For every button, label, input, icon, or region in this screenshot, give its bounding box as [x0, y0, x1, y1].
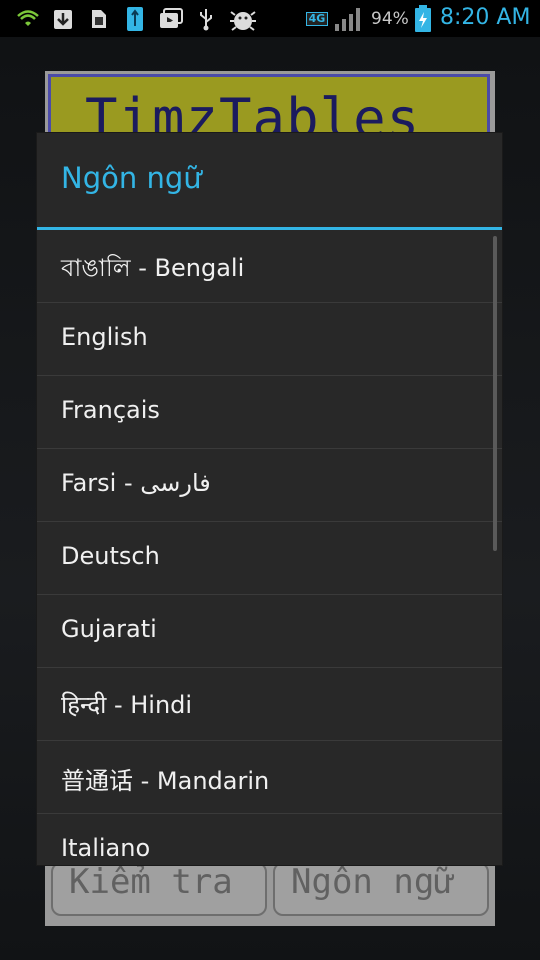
- list-scrollbar[interactable]: [493, 236, 497, 551]
- language-option-italian[interactable]: Italiano: [37, 814, 502, 865]
- language-option-farsi[interactable]: Farsi - فارسی: [37, 449, 502, 522]
- signal-icon: [332, 6, 366, 32]
- clock: 8:20 AM: [440, 5, 531, 30]
- app-header: TimzTables: [48, 74, 490, 136]
- sim-toolkit-icon: [86, 6, 110, 32]
- download-icon: [51, 6, 75, 32]
- language-option-bengali[interactable]: বাঙালি - Bengali: [37, 230, 502, 303]
- status-bar: 4G 94% 8:20 AM: [0, 0, 540, 37]
- network-type-badge: 4G: [305, 6, 329, 32]
- language-option-french[interactable]: Français: [37, 376, 502, 449]
- language-list[interactable]: বাঙালি - Bengali English Français Farsi …: [37, 230, 502, 865]
- language-option-label: Deutsch: [61, 542, 160, 570]
- language-option-hindi[interactable]: हिन्दी - Hindi: [37, 668, 502, 741]
- language-button[interactable]: Ngôn ngữ: [273, 862, 489, 916]
- language-option-label: Gujarati: [61, 615, 157, 643]
- language-option-mandarin[interactable]: 普通话 - Mandarin: [37, 741, 502, 814]
- language-option-label: 普通话 - Mandarin: [61, 767, 270, 795]
- dialog-title: Ngôn ngữ: [61, 161, 202, 195]
- app-title: TimzTables: [85, 87, 421, 136]
- usb-storage-icon: [124, 6, 146, 32]
- language-option-german[interactable]: Deutsch: [37, 522, 502, 595]
- battery-charging-icon: [413, 5, 433, 32]
- language-option-label: Farsi - فارسی: [61, 469, 211, 497]
- language-option-label: Italiano: [61, 834, 151, 862]
- wifi-icon: [16, 6, 40, 32]
- language-option-english[interactable]: English: [37, 303, 502, 376]
- language-option-label: বাঙালি - Bengali: [61, 254, 245, 282]
- usb-icon: [195, 6, 217, 32]
- language-dialog: Ngôn ngữ বাঙালি - Bengali English França…: [37, 133, 502, 865]
- language-option-label: हिन्दी - Hindi: [61, 691, 193, 719]
- language-option-gujarati[interactable]: Gujarati: [37, 595, 502, 668]
- language-option-label: English: [61, 323, 148, 351]
- check-button[interactable]: Kiểm tra: [51, 862, 267, 916]
- language-option-label: Français: [61, 396, 160, 424]
- video-play-icon: [158, 6, 184, 32]
- android-debug-icon: [228, 6, 258, 32]
- battery-percent: 94%: [371, 9, 409, 29]
